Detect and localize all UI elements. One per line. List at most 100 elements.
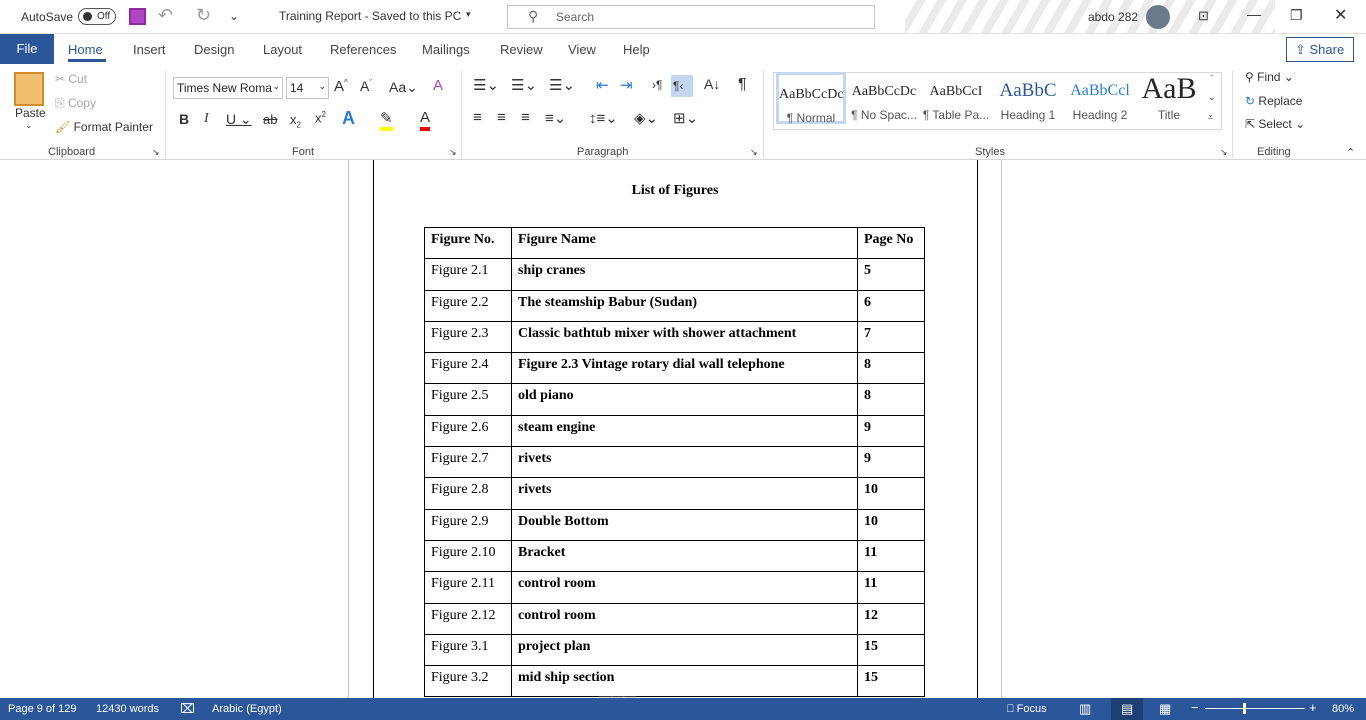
align-right-icon[interactable]: ≡ xyxy=(521,109,530,126)
share-button[interactable]: ⇪ Share xyxy=(1286,37,1354,62)
sort-icon[interactable]: A↓ xyxy=(704,76,720,92)
tab-insert[interactable]: Insert xyxy=(133,42,166,57)
style-title[interactable]: AaB Title xyxy=(1136,72,1202,124)
styles-launcher-icon[interactable]: ↘ xyxy=(1220,147,1228,158)
align-center-icon[interactable]: ≡ xyxy=(497,109,506,126)
highlight-icon[interactable]: ✎ xyxy=(380,109,393,131)
paste-icon[interactable] xyxy=(14,72,44,106)
close-icon[interactable]: ✕ xyxy=(1334,5,1347,25)
clear-formatting-icon[interactable]: A xyxy=(433,77,443,94)
cell-figure-name: rivets xyxy=(511,477,858,510)
style-heading-2[interactable]: AaBbCcl Heading 2 xyxy=(1064,72,1136,124)
tab-help[interactable]: Help xyxy=(623,42,650,57)
clipboard-launcher-icon[interactable]: ↘ xyxy=(152,147,160,158)
style-no-spacing[interactable]: AaBbCcDc ¶ No Spac... xyxy=(848,72,920,124)
increase-indent-icon[interactable]: ⇥ xyxy=(620,76,633,94)
read-mode-icon[interactable]: ▥ xyxy=(1079,701,1091,717)
copy-button[interactable]: ⎘ Copy xyxy=(55,96,96,111)
rtl-icon[interactable]: ¶‹ xyxy=(671,75,693,97)
zoom-level[interactable]: 80% xyxy=(1332,703,1354,715)
find-button[interactable]: ⚲ Find ⌄ xyxy=(1245,70,1294,84)
table-row: Figure 2.10 Bracket 11 xyxy=(424,539,925,573)
paragraph-launcher-icon[interactable]: ↘ xyxy=(750,147,758,158)
font-color-icon[interactable]: A xyxy=(420,109,431,131)
customize-qat-icon[interactable]: ⌄ xyxy=(229,9,239,23)
undo-icon[interactable]: ↶ xyxy=(158,5,173,26)
document-title[interactable]: Training Report - Saved to this PC xyxy=(279,9,461,23)
page-margin-line xyxy=(977,160,978,698)
bold-icon[interactable]: B xyxy=(179,111,189,127)
save-icon[interactable] xyxy=(129,8,146,25)
subscript-icon[interactable]: x2 xyxy=(290,112,301,130)
proofing-icon[interactable]: ⌧ xyxy=(180,701,195,717)
superscript-icon[interactable]: x2 xyxy=(315,110,326,125)
zoom-in-icon[interactable]: + xyxy=(1309,700,1317,715)
zoom-slider-thumb[interactable] xyxy=(1243,703,1246,714)
table-row: Figure 2.8 rivets 10 xyxy=(424,477,925,510)
text-effects-icon[interactable]: A xyxy=(342,108,355,129)
restore-icon[interactable]: ❐ xyxy=(1290,7,1303,24)
language[interactable]: Arabic (Egypt) xyxy=(212,703,282,715)
tab-design[interactable]: Design xyxy=(194,42,234,57)
shading-icon[interactable]: ◈⌄ xyxy=(634,109,658,127)
grow-font-icon[interactable]: A^ xyxy=(334,78,348,95)
collapse-ribbon-icon[interactable]: ⌃ xyxy=(1346,146,1355,159)
italic-icon[interactable]: I xyxy=(204,111,209,127)
zoom-out-icon[interactable]: − xyxy=(1191,700,1199,715)
word-count[interactable]: 12430 words xyxy=(96,703,159,715)
avatar[interactable] xyxy=(1146,5,1170,29)
line-spacing-icon[interactable]: ↕≡⌄ xyxy=(589,109,618,127)
style-table-paragraph[interactable]: AaBbCcI ¶ Table Pa... xyxy=(920,72,992,124)
font-name-select[interactable]: Times New Roma ⌄ xyxy=(173,77,283,99)
format-painter-button[interactable]: 🖌 Format Painter xyxy=(55,120,153,134)
select-button[interactable]: ⇱ Select ⌄ xyxy=(1245,117,1305,131)
styles-scroll-down-icon[interactable]: ⌄ xyxy=(1208,92,1216,103)
table-row: Figure 3.1 project plan 15 xyxy=(424,633,925,667)
ltr-icon[interactable]: ›¶ xyxy=(652,78,662,92)
tab-review[interactable]: Review xyxy=(500,42,543,57)
search-input[interactable]: ⚲ Search xyxy=(507,5,875,29)
print-layout-button[interactable]: ▤ xyxy=(1111,698,1143,720)
document-area[interactable]: List of Figures Figure No. Figure Name P… xyxy=(0,160,1366,698)
numbering-icon[interactable]: ☰⌄ xyxy=(511,76,537,94)
styles-more-icon[interactable]: ⩡ xyxy=(1208,112,1213,123)
zoom-slider[interactable] xyxy=(1205,703,1305,714)
ribbon-display-icon[interactable]: ⊡ xyxy=(1198,8,1209,24)
bullets-icon[interactable]: ☰⌄ xyxy=(473,76,499,94)
change-case-icon[interactable]: Aa⌄ xyxy=(389,79,418,96)
page-count[interactable]: Page 9 of 129 xyxy=(8,703,77,715)
paste-dropdown-icon[interactable]: ⌄ xyxy=(25,120,33,131)
styles-scroll-up-icon[interactable]: ⌃ xyxy=(1208,73,1216,84)
align-left-icon[interactable]: ≡ xyxy=(473,109,482,126)
tab-layout[interactable]: Layout xyxy=(263,42,302,57)
replace-button[interactable]: ↻ Replace xyxy=(1245,94,1302,108)
font-size-select[interactable]: 14 ⌄ xyxy=(286,77,329,99)
tab-view[interactable]: View xyxy=(568,42,596,57)
title-dropdown-icon[interactable]: ▾ xyxy=(466,9,471,20)
borders-icon[interactable]: ⊞⌄ xyxy=(673,109,698,127)
autosave-toggle[interactable]: Off xyxy=(78,8,116,25)
decrease-indent-icon[interactable]: ⇤ xyxy=(596,76,609,94)
underline-icon[interactable]: U ⌄ xyxy=(226,111,252,128)
paste-button[interactable]: Paste xyxy=(15,106,46,120)
style-heading-1[interactable]: AaBbC Heading 1 xyxy=(992,72,1064,124)
multilevel-list-icon[interactable]: ☰⌄ xyxy=(549,76,575,94)
tab-mailings[interactable]: Mailings xyxy=(422,42,470,57)
shrink-font-icon[interactable]: Aˇ xyxy=(360,78,372,94)
tab-file[interactable]: File xyxy=(0,34,54,64)
strikethrough-icon[interactable]: ab xyxy=(263,112,277,127)
tab-home[interactable]: Home xyxy=(68,42,103,57)
font-launcher-icon[interactable]: ↘ xyxy=(449,147,457,158)
focus-button[interactable]: ⎕ Focus xyxy=(1007,703,1047,716)
tab-references[interactable]: References xyxy=(330,42,396,57)
cell-page-no: 5 xyxy=(857,258,925,291)
web-layout-icon[interactable]: ▦ xyxy=(1159,701,1171,717)
show-marks-icon[interactable]: ¶ xyxy=(738,76,747,94)
user-name[interactable]: abdo 282 xyxy=(1088,10,1138,24)
minimize-icon[interactable]: — xyxy=(1247,6,1261,22)
cell-page-no: 10 xyxy=(857,477,925,510)
style-normal[interactable]: AaBbCcDc ¶ Normal xyxy=(776,72,846,125)
justify-icon[interactable]: ≡⌄ xyxy=(545,109,566,127)
redo-icon[interactable]: ↻ xyxy=(196,5,211,26)
cut-button[interactable]: ✂ Cut xyxy=(55,72,87,86)
